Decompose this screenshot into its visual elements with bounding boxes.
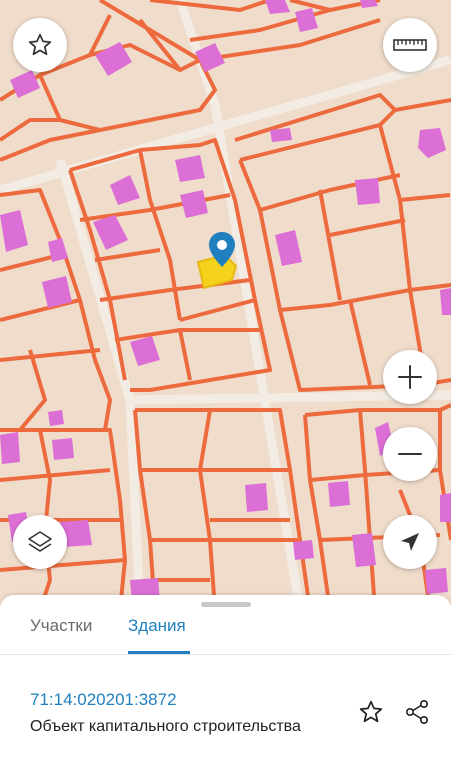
star-icon xyxy=(28,33,52,56)
layers-icon xyxy=(28,531,52,552)
share-button[interactable] xyxy=(402,697,432,727)
plus-icon xyxy=(398,365,422,389)
cadastral-number[interactable]: 71:14:020201:3872 xyxy=(30,690,177,710)
cadastral-map[interactable] xyxy=(0,0,451,610)
layers-button[interactable] xyxy=(13,515,67,569)
zoom-out-button[interactable] xyxy=(383,427,437,481)
sheet-drag-handle[interactable] xyxy=(201,602,251,607)
share-icon xyxy=(405,699,428,724)
star-outline-icon xyxy=(359,700,383,723)
tab-buildings[interactable]: Здания xyxy=(128,609,190,654)
sheet-tabs: Участки Здания xyxy=(0,609,451,655)
favorites-button[interactable] xyxy=(13,18,67,72)
minus-icon xyxy=(398,453,422,455)
locate-button[interactable] xyxy=(383,515,437,569)
zoom-in-button[interactable] xyxy=(383,350,437,404)
info-sheet: Участки Здания 71:14:020201:3872 Объект … xyxy=(0,595,451,768)
object-type: Объект капитального строительства xyxy=(30,718,301,735)
navigation-arrow-icon xyxy=(401,533,419,551)
add-to-favorites-button[interactable] xyxy=(356,697,386,727)
ruler-icon xyxy=(393,39,427,51)
tab-parcels[interactable]: Участки xyxy=(30,609,92,654)
ruler-button[interactable] xyxy=(383,18,437,72)
